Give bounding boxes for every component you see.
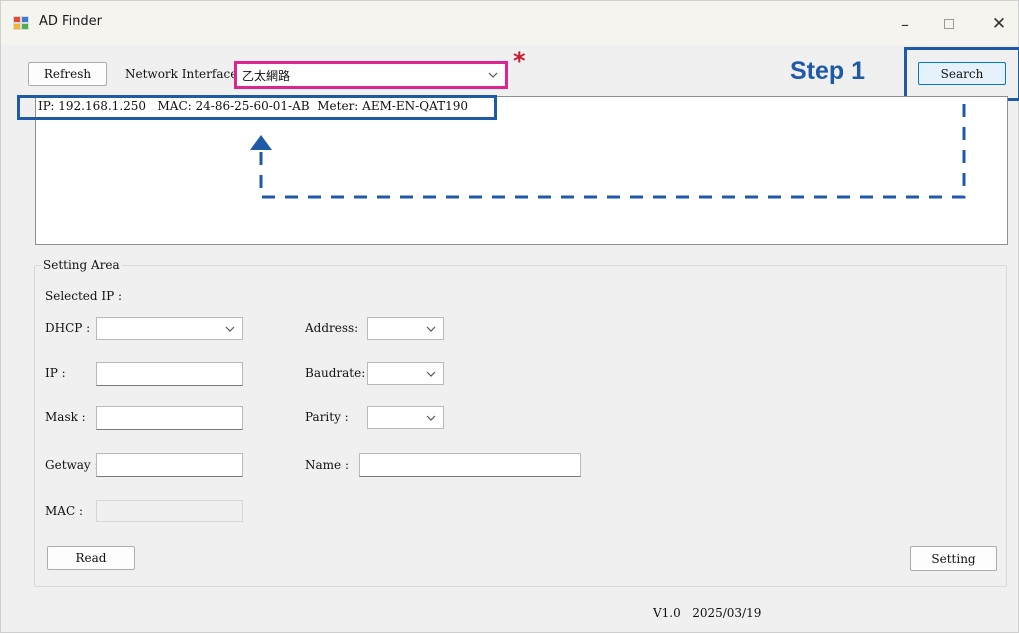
name-field[interactable] — [359, 453, 581, 477]
version-info: V1.0 2025/03/19 — [653, 606, 761, 620]
read-button[interactable]: Read — [47, 546, 135, 570]
chevron-down-icon — [225, 326, 235, 332]
dhcp-label: DHCP : — [45, 321, 91, 335]
address-label: Address: — [305, 321, 359, 335]
selected-ip-label: Selected IP : — [45, 289, 123, 303]
chevron-down-icon — [426, 371, 436, 377]
setting-button[interactable]: Setting — [910, 546, 997, 571]
chevron-down-icon — [426, 415, 436, 421]
parity-label: Parity : — [305, 410, 349, 424]
baudrate-label: Baudrate: — [305, 366, 366, 380]
gateway-label: Getway : — [45, 458, 99, 472]
ip-field[interactable] — [96, 362, 243, 386]
chevron-down-icon — [426, 326, 436, 332]
version-number: V1.0 — [653, 606, 681, 620]
mac-label: MAC : — [45, 504, 83, 518]
dhcp-select[interactable] — [96, 317, 243, 340]
ad-finder-window: AD Finder – ✕ Refresh Network Interface … — [0, 0, 1019, 633]
address-select[interactable] — [367, 317, 444, 340]
version-date: 2025/03/19 — [692, 606, 762, 620]
name-label: Name : — [305, 458, 349, 472]
arrow-up-icon — [250, 135, 272, 150]
baudrate-select[interactable] — [367, 362, 444, 385]
mask-label: Mask : — [45, 410, 86, 424]
ip-label: IP : — [45, 366, 66, 380]
mask-field[interactable] — [96, 406, 243, 430]
setting-area-title: Setting Area — [41, 258, 122, 272]
parity-select[interactable] — [367, 406, 444, 429]
mac-field — [96, 500, 243, 522]
gateway-field[interactable] — [96, 453, 243, 477]
